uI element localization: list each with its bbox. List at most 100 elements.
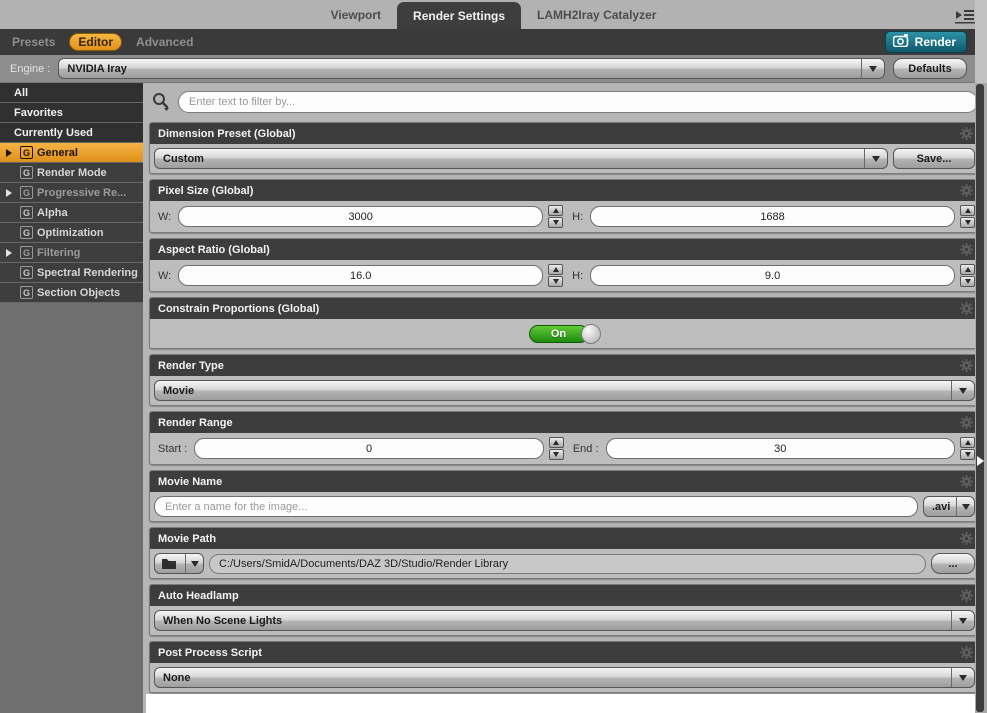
scrollbar-thumb[interactable] xyxy=(976,84,984,712)
gear-icon[interactable] xyxy=(960,184,973,197)
save-preset-button[interactable]: Save... xyxy=(893,148,975,169)
engine-label: Engine : xyxy=(10,62,51,75)
scrollbar[interactable] xyxy=(975,0,987,713)
extension-value: .avi xyxy=(932,500,951,513)
movie-path-value[interactable]: C:/Users/SmidA/Documents/DAZ 3D/Studio/R… xyxy=(209,553,926,574)
chevron-down-icon[interactable] xyxy=(951,611,974,630)
mode-bar: Presets Editor Advanced Render xyxy=(0,29,987,55)
expand-arrow-icon[interactable] xyxy=(6,248,14,257)
extension-select[interactable]: .avi xyxy=(923,496,975,517)
section-post-process-script: Post Process Script None xyxy=(149,641,980,693)
sidebar-item-filtering[interactable]: G Filtering xyxy=(0,243,143,263)
chevron-down-icon[interactable] xyxy=(864,149,887,168)
range-end-input[interactable] xyxy=(605,438,955,459)
chevron-down-icon[interactable] xyxy=(185,554,203,573)
section-title: Movie Name xyxy=(158,475,223,488)
expand-arrow-icon[interactable] xyxy=(6,188,14,197)
aspect-width-input[interactable] xyxy=(178,265,544,286)
gear-icon[interactable] xyxy=(960,359,973,372)
gear-icon[interactable] xyxy=(960,646,973,659)
post-process-script-select[interactable]: None xyxy=(154,667,975,688)
sidebar-item-favorites[interactable]: Favorites xyxy=(0,103,143,123)
settings-sidebar: All Favorites Currently Used G General G… xyxy=(0,83,143,713)
defaults-button[interactable]: Defaults xyxy=(893,58,967,79)
gear-icon[interactable] xyxy=(960,416,973,429)
sidebar-item-general[interactable]: G General xyxy=(0,143,143,163)
mode-editor[interactable]: Editor xyxy=(69,33,123,51)
sidebar-item-render-mode[interactable]: G Render Mode xyxy=(0,163,143,183)
section-pixel-size: Pixel Size (Global) W: H: xyxy=(149,179,980,233)
sidebar-item-all[interactable]: All xyxy=(0,83,143,103)
start-label: Start : xyxy=(158,442,188,455)
engine-select[interactable]: NVIDIA Iray xyxy=(58,58,885,79)
chevron-down-icon[interactable] xyxy=(956,497,974,516)
tab-viewport[interactable]: Viewport xyxy=(315,0,397,29)
tab-lamh2iray-catalyzer[interactable]: LAMH2Iray Catalyzer xyxy=(521,0,672,29)
range-start-input[interactable] xyxy=(194,438,544,459)
section-aspect-ratio: Aspect Ratio (Global) W: H: xyxy=(149,238,980,292)
height-label: H: xyxy=(572,210,584,223)
gear-icon[interactable] xyxy=(960,302,973,315)
group-g-icon: G xyxy=(20,266,33,279)
chevron-down-icon[interactable] xyxy=(951,668,974,687)
render-button-label: Render xyxy=(914,35,956,49)
render-button[interactable]: Render xyxy=(884,31,967,53)
browse-button[interactable]: ... xyxy=(931,553,975,574)
gear-icon[interactable] xyxy=(960,532,973,545)
section-title: Aspect Ratio (Global) xyxy=(158,243,270,256)
panel-menu-icon[interactable] xyxy=(953,4,977,25)
pixel-height-stepper[interactable] xyxy=(960,205,975,228)
auto-headlamp-select[interactable]: When No Scene Lights xyxy=(154,610,975,631)
sidebar-item-alpha[interactable]: G Alpha xyxy=(0,203,143,223)
engine-row: Engine : NVIDIA Iray Defaults xyxy=(0,55,987,83)
aspect-width-stepper[interactable] xyxy=(548,264,564,287)
tab-render-settings[interactable]: Render Settings xyxy=(397,2,522,29)
pixel-width-stepper[interactable] xyxy=(548,205,564,228)
filter-input[interactable] xyxy=(178,91,978,113)
range-start-stepper[interactable] xyxy=(548,437,564,460)
sidebar-item-spectral-rendering[interactable]: G Spectral Rendering xyxy=(0,263,143,283)
section-title: Pixel Size (Global) xyxy=(158,184,254,197)
gear-icon[interactable] xyxy=(960,127,973,140)
sidebar-item-progressive-rendering[interactable]: G Progressive Re... xyxy=(0,183,143,203)
gear-icon[interactable] xyxy=(960,589,973,602)
gear-icon[interactable] xyxy=(960,475,973,488)
sidebar-item-currently-used[interactable]: Currently Used xyxy=(0,123,143,143)
mode-presets[interactable]: Presets xyxy=(12,35,55,49)
group-g-icon: G xyxy=(20,206,33,219)
section-movie-path: Movie Path C:/Users/SmidA/Documents/DAZ … xyxy=(149,527,980,579)
sidebar-item-optimization[interactable]: G Optimization xyxy=(0,223,143,243)
folder-select-button[interactable] xyxy=(154,553,204,574)
render-type-select[interactable]: Movie xyxy=(154,380,975,401)
panel-slide-arrow-icon[interactable] xyxy=(977,456,984,466)
camera-icon xyxy=(892,34,910,50)
movie-name-input[interactable] xyxy=(154,496,918,517)
pixel-width-input[interactable] xyxy=(178,206,544,227)
toggle-knob[interactable] xyxy=(580,323,601,344)
mode-advanced[interactable]: Advanced xyxy=(136,35,193,49)
aspect-height-input[interactable] xyxy=(590,265,955,286)
gear-icon[interactable] xyxy=(960,243,973,256)
folder-icon xyxy=(155,554,185,573)
chevron-down-icon[interactable] xyxy=(951,381,974,400)
pixel-height-input[interactable] xyxy=(590,206,955,227)
dimension-preset-select[interactable]: Custom xyxy=(154,148,888,169)
expand-arrow-icon[interactable] xyxy=(6,148,14,157)
engine-select-value: NVIDIA Iray xyxy=(67,62,127,75)
constrain-proportions-toggle[interactable]: On xyxy=(528,323,601,344)
render-settings-pane: Viewport Render Settings LAMH2Iray Catal… xyxy=(0,0,987,713)
range-end-stepper[interactable] xyxy=(960,437,975,460)
aspect-height-stepper[interactable] xyxy=(960,264,975,287)
search-icon[interactable] xyxy=(151,92,171,112)
auto-headlamp-value: When No Scene Lights xyxy=(163,614,283,627)
group-g-icon: G xyxy=(20,226,33,239)
chevron-down-icon[interactable] xyxy=(861,59,884,78)
section-title: Render Range xyxy=(158,416,233,429)
sidebar-item-label: Section Objects xyxy=(37,286,121,299)
section-constrain-proportions: Constrain Proportions (Global) On xyxy=(149,297,980,349)
section-dimension-preset: Dimension Preset (Global) Custom Save... xyxy=(149,122,980,174)
sidebar-item-section-objects[interactable]: G Section Objects xyxy=(0,283,143,303)
empty-area xyxy=(143,694,987,713)
sidebar-item-label: Filtering xyxy=(37,246,81,259)
section-render-range: Render Range Start : End : xyxy=(149,411,980,465)
